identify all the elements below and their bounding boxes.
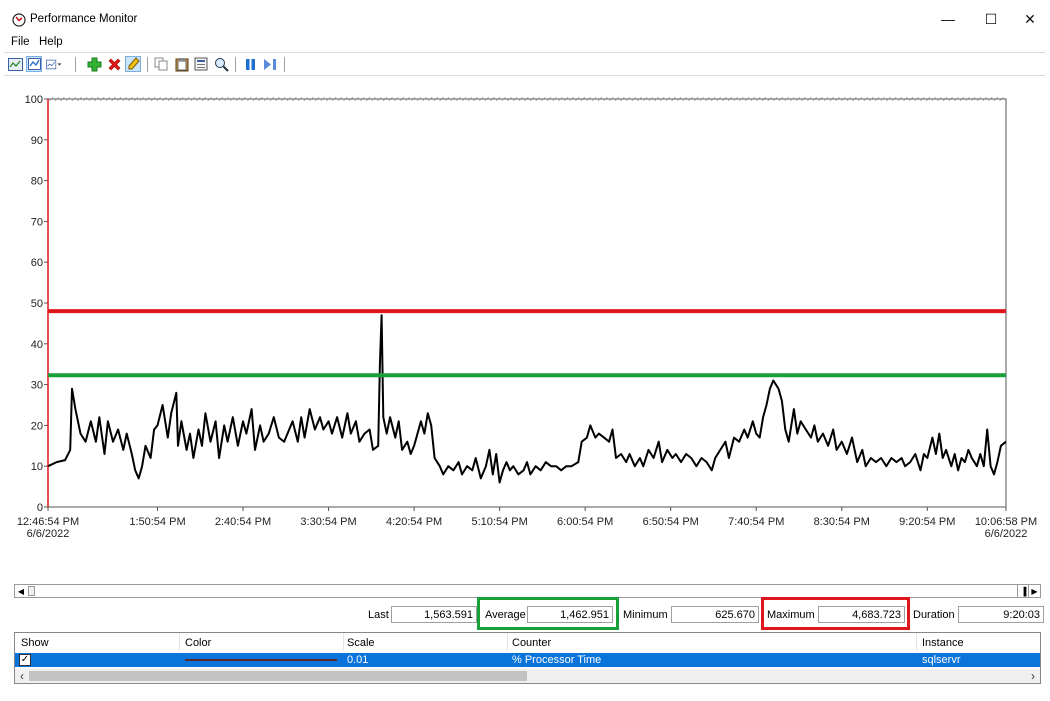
average-highlight-box [477,597,619,630]
duration-value: 9:20:03 [958,606,1044,623]
list-scroll-thumb[interactable] [29,671,527,681]
x-tick-label: 9:20:54 PM [899,516,955,528]
column-show[interactable]: Show [21,637,49,649]
update-data-icon[interactable] [262,56,278,72]
copy-properties-icon[interactable] [153,56,169,72]
close-icon: ✕ [1024,10,1036,27]
change-graph-type-icon[interactable] [26,56,42,72]
y-tick-label: 70 [31,216,43,228]
y-tick-label: 80 [31,176,43,188]
column-scale[interactable]: Scale [347,637,375,649]
x-tick-label: 8:30:54 PM [814,516,870,528]
last-value: 1,563.591 [391,606,477,623]
y-tick-label: 90 [31,135,43,147]
x-tick-label: 6:50:54 PM [643,516,699,528]
highlight-icon[interactable] [125,56,141,72]
graph-type-dropdown-icon[interactable] [46,56,62,72]
y-tick-label: 100 [25,94,43,106]
column-divider[interactable] [916,633,917,651]
add-counter-icon[interactable] [86,56,102,72]
maximize-icon: ☐ [984,10,998,27]
plot-top-strip [48,97,1006,101]
y-tick-label: 20 [31,420,43,432]
y-tick-label: 40 [31,339,43,351]
scroll-right-icon[interactable]: › [1026,669,1040,683]
title-bar: Performance Monitor — ☐ ✕ [0,0,1050,34]
toolbar-separator [147,57,148,72]
zoom-icon[interactable] [213,56,229,72]
show-checkbox[interactable]: ✓ [19,654,31,666]
toolbar-separator [284,57,285,72]
y-tick-label: 60 [31,257,43,269]
x-tick-label: 6:00:54 PM [557,516,613,528]
y-tick-label: 50 [31,298,43,310]
column-divider[interactable] [507,633,508,651]
column-divider[interactable] [343,633,344,651]
counter-scale: 0.01 [347,654,369,666]
window-title: Performance Monitor [30,13,138,25]
x-tick-label: 7:40:54 PM [728,516,784,528]
x-tick-date-label: 6/6/2022 [27,528,70,540]
y-tick-label: 10 [31,461,43,473]
counter-name: % Processor Time [512,654,602,666]
y-tick-label: 30 [31,380,43,392]
x-tick-date-label: 6/6/2022 [985,528,1028,540]
performance-monitor-icon [12,13,26,27]
counter-row[interactable]: ✓ 0.01 % Processor Time sqlservr [15,653,1040,667]
freeze-display-icon[interactable] [242,56,258,72]
counter-list[interactable]: Show Color Scale Counter Instance ✓ 0.01… [14,632,1041,684]
minimize-icon: — [941,11,955,27]
x-tick-label: 4:20:54 PM [386,516,442,528]
properties-icon[interactable] [193,56,209,72]
menu-help[interactable]: Help [39,36,63,48]
toolbar-separator [75,57,76,72]
last-label: Last [368,609,389,621]
column-instance[interactable]: Instance [922,637,964,649]
y-tick-label: 0 [37,502,43,514]
line-chart: 010203040506070809010012:46:54 PM6/6/202… [17,94,1037,540]
x-tick-label: 5:10:54 PM [471,516,527,528]
close-button[interactable]: ✕ [1012,6,1048,32]
scroll-left-icon[interactable]: ◀ [15,585,27,597]
menu-file[interactable]: File [11,36,30,48]
scroll-left-icon[interactable]: ‹ [15,669,29,683]
x-tick-label: 1:50:54 PM [129,516,185,528]
column-divider[interactable] [179,633,180,651]
delete-counter-icon[interactable] [106,56,122,72]
toolbar-separator [235,57,236,72]
graph-area[interactable]: 0 10 20 30 40 50 60 70 80 90 100 12:46:54 PM 6/6/202… [4,78,1045,578]
minimize-button[interactable]: — [930,6,966,32]
scroll-right-icon[interactable]: ▶ [1028,585,1040,597]
column-counter[interactable]: Counter [512,637,551,649]
column-color[interactable]: Color [185,637,211,649]
x-tick-label: 2:40:54 PM [215,516,271,528]
menu-bar: File Help [0,35,1050,51]
toolbar [4,52,1045,76]
duration-label: Duration [913,609,955,621]
graph-scroll-thumb[interactable] [28,586,35,596]
x-tick-label: 10:06:58 PM [975,516,1037,528]
view-current-activity-icon[interactable] [7,56,23,72]
maximize-button[interactable]: ☐ [973,6,1009,32]
minimum-value: 625.670 [671,606,759,623]
paste-counter-list-icon[interactable] [174,56,190,72]
maximum-highlight-box [761,597,910,630]
counter-color-swatch [185,659,337,661]
x-tick-label: 3:30:54 PM [300,516,356,528]
minimum-label: Minimum [623,609,668,621]
list-scrollbar[interactable]: ‹ › [15,669,1040,683]
x-tick-label: 12:46:54 PM [17,516,79,528]
graph-scrollbar[interactable]: ◀ ▐ ▶ [14,584,1041,598]
counter-instance: sqlservr [922,654,961,666]
